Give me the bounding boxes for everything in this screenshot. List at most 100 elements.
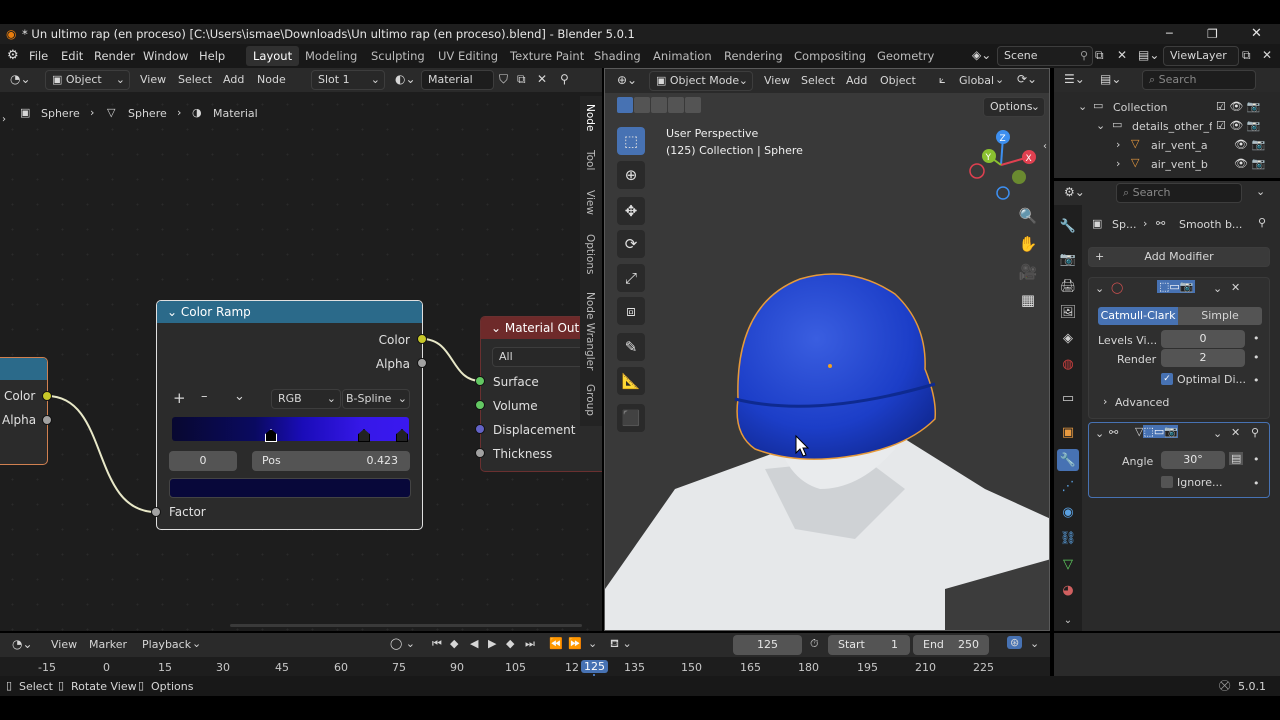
tab-uv-editing[interactable]: UV Editing bbox=[431, 46, 505, 66]
volume-socket[interactable] bbox=[475, 400, 485, 410]
current-frame-marker[interactable]: 125 bbox=[581, 660, 608, 673]
end-frame-field[interactable]: End 250 bbox=[913, 635, 989, 655]
world-tab-icon[interactable]: ◍ bbox=[1057, 353, 1079, 375]
data-tab-icon[interactable]: ▽ bbox=[1057, 553, 1079, 575]
attribute-toggle-icon[interactable]: ▤ bbox=[1229, 452, 1244, 465]
menu-window[interactable]: Window bbox=[143, 48, 188, 64]
tab-texture-paint[interactable]: Texture Paint bbox=[503, 46, 591, 66]
tab-shading[interactable]: Shading bbox=[587, 46, 648, 66]
stop-color-swatch[interactable] bbox=[169, 478, 411, 498]
view-layer-tab-icon[interactable]: 🖼 bbox=[1057, 301, 1079, 323]
tab-layout[interactable]: Layout bbox=[246, 46, 300, 66]
side-tab-group[interactable]: Group bbox=[584, 384, 596, 416]
visibility-icons[interactable]: 👁 📷 bbox=[1234, 157, 1265, 170]
node-editor[interactable]: ◔⌄ ▣ Object ⌄ View Select Add Node Slot … bbox=[0, 68, 602, 631]
keyframe-dot[interactable]: • bbox=[1253, 477, 1260, 490]
optimal-display-checkbox[interactable]: ✓ bbox=[1161, 373, 1173, 385]
play-reverse-icon[interactable]: ◀ bbox=[470, 637, 478, 650]
levels-viewport-field[interactable]: 0 bbox=[1161, 330, 1245, 348]
chevron-down-icon[interactable]: ⌄ bbox=[491, 321, 505, 335]
color-ramp-gradient[interactable] bbox=[172, 417, 409, 441]
chevron-right-icon[interactable]: › bbox=[1116, 138, 1120, 151]
tab-modeling[interactable]: Modeling bbox=[298, 46, 364, 66]
remove-modifier-icon[interactable]: ✕ bbox=[1231, 426, 1240, 439]
stopwatch-icon[interactable]: ⏱ bbox=[810, 637, 819, 651]
prev-frame-icon[interactable]: ⏪ bbox=[549, 637, 563, 650]
side-tab-node-wrangler[interactable]: Node Wrangler bbox=[584, 292, 596, 370]
thickness-socket[interactable] bbox=[475, 448, 485, 458]
play-icon[interactable]: ▶ bbox=[488, 637, 496, 650]
displacement-socket[interactable] bbox=[475, 424, 485, 434]
object-tab-icon[interactable]: ▣ bbox=[1057, 421, 1079, 443]
jump-keyframe-back-icon[interactable]: ◆ bbox=[450, 637, 458, 650]
tab-compositing[interactable]: Compositing bbox=[787, 46, 873, 66]
remove-scene-icon[interactable]: ✕ bbox=[1117, 48, 1127, 62]
display-mode-icon[interactable]: ▤⌄ bbox=[1100, 72, 1121, 86]
blender-menu-icon[interactable]: ⚙ bbox=[7, 48, 19, 63]
tool-tab-icon[interactable]: 🔧 bbox=[1057, 215, 1079, 237]
keyframe-dot[interactable]: • bbox=[1253, 453, 1260, 466]
subsurf-mode-simple[interactable]: Simple bbox=[1178, 307, 1262, 325]
remove-stop-button[interactable]: – bbox=[201, 389, 208, 404]
visibility-icons[interactable]: ☑ 👁 📷 bbox=[1216, 119, 1261, 132]
maximize-button[interactable]: ❐ bbox=[1207, 24, 1218, 44]
new-scene-icon[interactable]: ⧉ bbox=[1095, 48, 1104, 63]
new-view-layer-icon[interactable]: ⧉ bbox=[1242, 48, 1251, 63]
view-layer-icon[interactable]: ▤⌄ bbox=[1138, 48, 1159, 62]
menu-render[interactable]: Render bbox=[94, 48, 135, 64]
render-tab-icon[interactable]: 📷 bbox=[1057, 248, 1079, 270]
render-levels-field[interactable]: 2 bbox=[1161, 349, 1245, 367]
chevron-right-icon[interactable]: › bbox=[1116, 157, 1120, 170]
chevron-down-icon[interactable]: ⌄ bbox=[1030, 637, 1039, 650]
add-modifier-button[interactable]: + Add Modifier bbox=[1088, 247, 1270, 267]
remove-view-layer-icon[interactable]: ✕ bbox=[1262, 48, 1272, 62]
side-tab-view[interactable]: View bbox=[584, 190, 596, 215]
properties-search[interactable]: ⌕ Search bbox=[1116, 183, 1242, 203]
advanced-subpanel[interactable]: Advanced bbox=[1115, 396, 1169, 409]
partial-node[interactable]: Color Alpha bbox=[0, 357, 48, 465]
editor-type-icon[interactable]: ⚙⌄ bbox=[1064, 185, 1085, 199]
horizontal-scrollbar[interactable] bbox=[230, 624, 582, 627]
tab-sculpting[interactable]: Sculpting bbox=[364, 46, 432, 66]
remove-modifier-icon[interactable]: ✕ bbox=[1231, 281, 1240, 294]
minimize-button[interactable]: ─ bbox=[1166, 24, 1173, 44]
next-frame-icon[interactable]: ⏩ bbox=[568, 637, 582, 650]
chevron-down-icon[interactable]: ⌄ bbox=[1213, 427, 1222, 440]
chevron-down-icon[interactable]: ⌄ bbox=[1213, 282, 1222, 295]
surface-socket[interactable] bbox=[475, 376, 485, 386]
partial-color-socket[interactable] bbox=[42, 391, 52, 401]
chevron-down-icon[interactable]: ⌄ bbox=[1095, 427, 1104, 440]
current-frame-field[interactable]: 125 bbox=[733, 635, 802, 655]
side-tab-options[interactable]: Options bbox=[584, 234, 596, 275]
pin-icon[interactable]: ⚲ bbox=[1258, 216, 1266, 229]
partial-alpha-socket[interactable] bbox=[42, 415, 52, 425]
angle-field[interactable]: 30° bbox=[1161, 451, 1225, 469]
tab-rendering[interactable]: Rendering bbox=[717, 46, 790, 66]
tab-animation[interactable]: Animation bbox=[646, 46, 719, 66]
outliner-row-details[interactable]: ⌄ ▭ details_other_flo ☑ 👁 📷 bbox=[1054, 117, 1280, 135]
start-frame-field[interactable]: Start 1 bbox=[828, 635, 910, 655]
outliner-search[interactable]: ⌕ Search bbox=[1142, 70, 1256, 90]
collection-tab-icon[interactable]: ▭ bbox=[1057, 387, 1079, 409]
menu-help[interactable]: Help bbox=[199, 48, 225, 64]
pin-icon[interactable]: ⚲ bbox=[1251, 426, 1259, 439]
jump-end-icon[interactable]: ⏭ bbox=[525, 637, 535, 651]
pin-icon[interactable]: ⚲ bbox=[1080, 47, 1088, 65]
menu-edit[interactable]: Edit bbox=[61, 48, 83, 64]
editor-type-icon[interactable]: ☰⌄ bbox=[1064, 72, 1085, 86]
keyframe-dot[interactable]: • bbox=[1253, 351, 1260, 364]
add-stop-button[interactable]: + bbox=[173, 389, 186, 407]
tl-menu-marker[interactable]: Marker bbox=[89, 638, 127, 651]
material-tab-icon[interactable]: ◕ bbox=[1057, 579, 1079, 601]
modifier-toggles-icon[interactable]: ▽⬚▭📷 bbox=[1135, 425, 1178, 438]
outliner-row-air-vent-a[interactable]: › ▽ air_vent_a 👁 📷 bbox=[1054, 136, 1280, 154]
chevron-down-icon[interactable]: ⌄ bbox=[588, 637, 597, 650]
chevron-down-icon[interactable]: ⌄ bbox=[192, 637, 201, 650]
outliner[interactable]: ☰⌄ ▤⌄ ⌕ Search ⌄ ▭ Collection ☑ 👁 📷 ⌄ ▭ … bbox=[1054, 68, 1280, 178]
keyframe-dot[interactable]: • bbox=[1253, 332, 1260, 345]
chevron-down-icon[interactable]: ⌄ bbox=[167, 305, 181, 319]
close-button[interactable]: ✕ bbox=[1251, 24, 1262, 44]
tl-menu-playback[interactable]: Playback bbox=[142, 638, 191, 651]
outliner-row-air-vent-b[interactable]: › ▽ air_vent_b 👁 📷 bbox=[1054, 155, 1280, 173]
chevron-down-icon[interactable]: ⌄ bbox=[1096, 119, 1105, 132]
